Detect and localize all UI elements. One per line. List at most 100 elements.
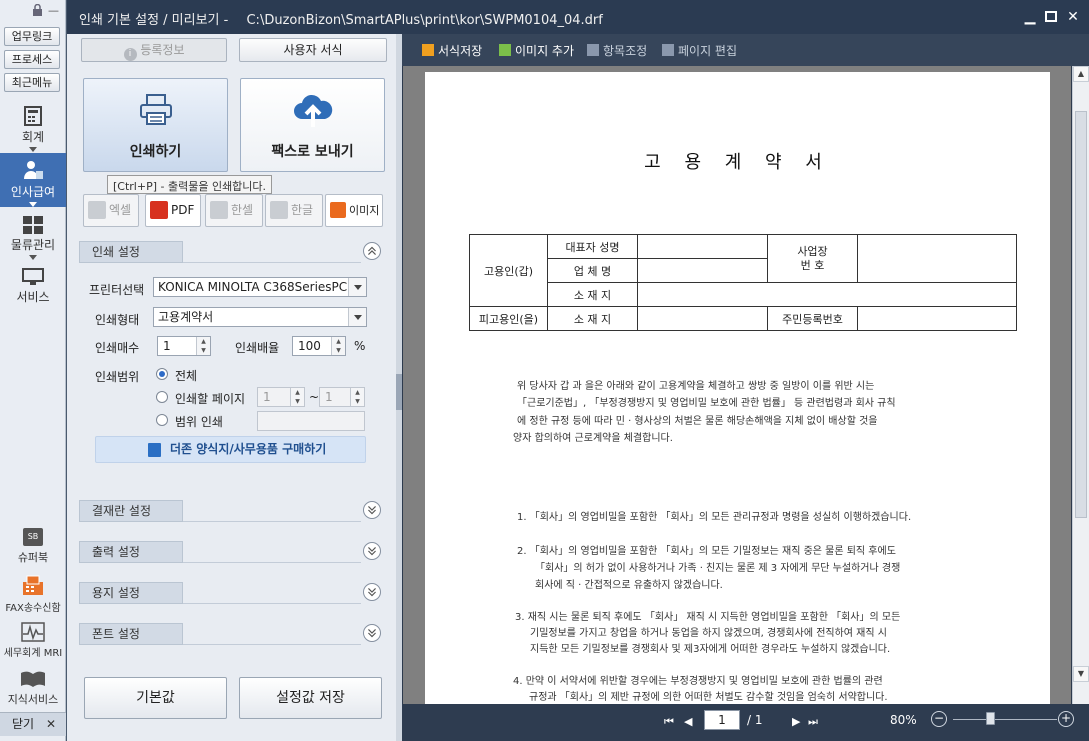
approval-settings-header[interactable]: 결재란 설정 — [79, 500, 381, 524]
lock-icon[interactable] — [31, 4, 44, 16]
nav-service[interactable]: 서비스 — [0, 268, 66, 308]
save-form-button[interactable]: 서식저장 — [422, 42, 482, 59]
document-page: 고 용 계 약 서 고용인(갑) 대표자 성명 사업장 번 호 업 체 명 소 … — [425, 72, 1050, 704]
chevron-down-icon[interactable] — [363, 501, 381, 519]
tax-mri-item[interactable]: 세무회계 MRI — [0, 622, 66, 659]
scroll-thumb[interactable] — [1075, 111, 1087, 518]
page-number-input[interactable]: 1 — [704, 710, 740, 730]
print-tooltip: [Ctrl+P] - 출력물을 인쇄합니다. — [107, 175, 273, 194]
chevron-down-icon[interactable] — [348, 278, 366, 296]
stepper-arrows-icon[interactable]: ▲ ▼ — [196, 337, 210, 355]
stepper-arrows-icon[interactable]: ▲ ▼ — [350, 388, 364, 406]
zoom-slider-thumb[interactable] — [986, 712, 995, 725]
register-info-button[interactable]: i 등록정보 — [81, 38, 227, 62]
print-settings-title: 인쇄 설정 — [79, 241, 183, 263]
export-hancell-button[interactable]: 한셀 — [205, 194, 263, 227]
print-settings-header[interactable]: 인쇄 설정 — [79, 241, 381, 265]
page-from-stepper[interactable]: 1 ▲ ▼ — [257, 387, 305, 407]
quick-link-recent[interactable]: 최근메뉴 — [4, 73, 60, 92]
export-image-button[interactable]: 이미지 — [325, 194, 383, 227]
excel-icon — [88, 200, 106, 219]
quick-link-process[interactable]: 프로세스 — [4, 50, 60, 69]
next-page-icon[interactable]: ▶ — [792, 715, 800, 728]
paper-settings-header[interactable]: 용지 설정 — [79, 582, 381, 606]
chevron-up-icon[interactable] — [363, 242, 381, 260]
printer-select[interactable]: KONICA MINOLTA C368SeriesPCL — [153, 277, 367, 297]
user-form-button[interactable]: 사용자 서식 — [239, 38, 387, 62]
export-hangul-button[interactable]: 한글 — [265, 194, 323, 227]
company-cell: 업 체 명 — [547, 258, 638, 283]
edit-page-button[interactable]: 페이지 편집 — [662, 42, 737, 59]
zoom-slider[interactable] — [953, 719, 1057, 720]
range-pages-label: 인쇄할 페이지 — [175, 392, 246, 406]
range-scope-input[interactable] — [257, 411, 365, 431]
app-sidebar: — 업무링크 프로세스 최근메뉴 회계 인사급여 물류관리 서비스 SB 슈퍼북… — [0, 0, 66, 741]
stepper-arrows-icon[interactable]: ▲ ▼ — [290, 388, 304, 406]
page-to-value: 1 — [325, 390, 333, 404]
chevron-down-icon[interactable] — [363, 583, 381, 601]
zoom-in-icon[interactable]: + — [1058, 711, 1074, 727]
default-button[interactable]: 기본값 — [84, 677, 227, 719]
scroll-up-icon[interactable]: ▲ — [1073, 66, 1089, 82]
zoom-out-icon[interactable]: − — [931, 711, 947, 727]
image-icon — [330, 202, 346, 218]
maximize-icon[interactable] — [1043, 9, 1059, 25]
adjust-items-button[interactable]: 항목조정 — [587, 42, 647, 59]
font-settings-header[interactable]: 폰트 설정 — [79, 623, 381, 647]
minimize-icon[interactable]: ▁ — [1022, 9, 1038, 25]
chevron-down-icon[interactable] — [363, 542, 381, 560]
rrn-cell: 주민등록번호 — [767, 306, 858, 331]
quick-link-work[interactable]: 업무링크 — [4, 27, 60, 46]
close-icon[interactable]: ✕ — [46, 713, 56, 735]
format-select[interactable]: 고용계약서 — [153, 307, 367, 327]
page-from-value: 1 — [263, 390, 271, 404]
range-all-radio[interactable] — [156, 368, 168, 380]
chevron-down-icon[interactable] — [348, 308, 366, 326]
scale-unit: % — [354, 339, 366, 353]
export-excel-button[interactable]: 엑셀 — [83, 194, 139, 227]
format-label: 인쇄형태 — [95, 313, 140, 327]
knowledge-service-item[interactable]: 지식서비스 — [0, 670, 66, 707]
save-settings-button[interactable]: 설정값 저장 — [239, 677, 382, 719]
clause-line: 3. 재직 시는 물론 퇴직 후에도 「회사」 재직 시 지득한 영업비밀을 포… — [515, 612, 901, 623]
print-button[interactable]: 인쇄하기 — [83, 78, 228, 172]
fax-inbox-item[interactable]: FAX송수신함 — [0, 575, 66, 614]
add-image-button[interactable]: 이미지 추가 — [499, 42, 574, 59]
printer-value: KONICA MINOLTA C368SeriesPCL — [158, 280, 354, 294]
title-bar: 인쇄 기본 설정 / 미리보기 - C:\DuzonBizon\SmartAPl… — [67, 0, 1089, 34]
vertical-scrollbar[interactable]: ▲ ▼ — [1072, 66, 1089, 704]
scale-stepper[interactable]: 100 ▲ ▼ — [292, 336, 346, 356]
superbook-icon: SB — [23, 528, 43, 546]
range-pages-radio[interactable] — [156, 391, 168, 403]
page-to-stepper[interactable]: 1 ▲ ▼ — [319, 387, 365, 407]
nav-logistics[interactable]: 물류관리 — [0, 214, 66, 264]
chart-line-icon — [21, 622, 45, 642]
buy-supplies-label: 더존 양식지/사무용품 구매하기 — [170, 442, 327, 456]
section-divider — [183, 603, 361, 604]
nav-hr-payroll[interactable]: 인사급여 — [0, 153, 66, 207]
prev-page-icon[interactable]: ◀ — [684, 715, 692, 728]
collapse-icon[interactable]: — — [48, 4, 59, 17]
export-image-label: 이미지 — [349, 204, 380, 217]
buy-supplies-banner[interactable]: 더존 양식지/사무용품 구매하기 — [95, 436, 366, 463]
close-window-icon[interactable]: ✕ — [1065, 9, 1081, 25]
stepper-arrows-icon[interactable]: ▲ ▼ — [331, 337, 345, 355]
output-settings-header[interactable]: 출력 설정 — [79, 541, 381, 565]
range-scope-radio[interactable] — [156, 414, 168, 426]
adjust-items-label: 항목조정 — [603, 44, 648, 58]
chevron-down-icon[interactable] — [363, 624, 381, 642]
preview-canvas[interactable]: 고 용 계 약 서 고용인(갑) 대표자 성명 사업장 번 호 업 체 명 소 … — [403, 66, 1071, 704]
scroll-down-icon[interactable]: ▼ — [1073, 666, 1089, 682]
first-page-icon[interactable]: ⏮ — [664, 715, 674, 729]
fax-send-button[interactable]: 팩스로 보내기 — [240, 78, 385, 172]
font-settings-title: 폰트 설정 — [79, 623, 183, 645]
copies-stepper[interactable]: 1 ▲ ▼ — [157, 336, 211, 356]
printer-label: 프린터선택 — [89, 283, 145, 297]
close-label: 닫기 — [12, 717, 35, 731]
address-value — [637, 282, 1017, 307]
close-bar[interactable]: 닫기 ✕ — [0, 712, 66, 736]
superbook-item[interactable]: SB 슈퍼북 — [0, 528, 66, 565]
nav-accounting[interactable]: 회계 — [0, 104, 66, 152]
last-page-icon[interactable]: ⏭ — [808, 715, 818, 729]
export-pdf-button[interactable]: PDF — [145, 194, 201, 227]
